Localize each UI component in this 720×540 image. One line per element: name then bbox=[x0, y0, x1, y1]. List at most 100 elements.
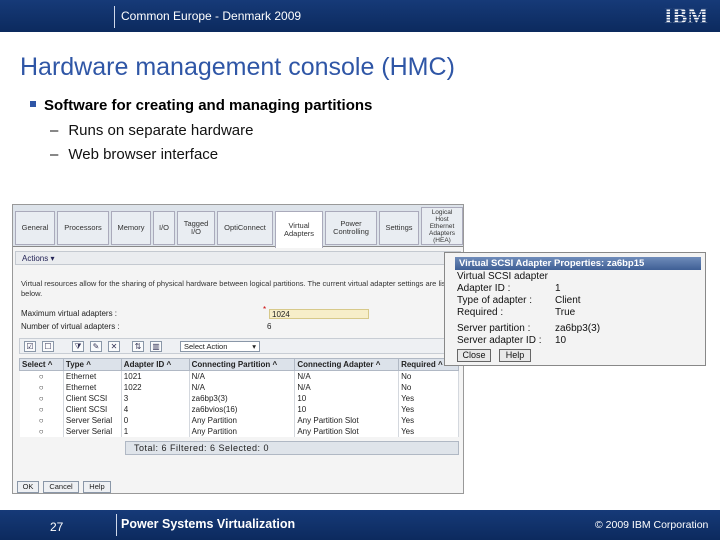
actions-menu[interactable]: Actions ▾ bbox=[15, 251, 461, 265]
table-row[interactable]: ○ Client SCSI 3 za6bp3(3) 10 Yes bbox=[19, 392, 459, 404]
table-cell: N/A bbox=[189, 381, 296, 393]
table-cell: 1022 bbox=[121, 381, 190, 393]
row-select-radio[interactable]: ○ bbox=[19, 381, 64, 393]
bullet-main-text: Software for creating and managing parti… bbox=[44, 97, 373, 114]
tab-memory[interactable]: Memory bbox=[111, 211, 151, 245]
dialog-row-type: Type of adapter : bbox=[457, 295, 532, 306]
table-cell: Ethernet bbox=[63, 381, 122, 393]
svg-text:IBM: IBM bbox=[664, 4, 708, 26]
clear-filter-icon[interactable]: ✕ bbox=[108, 341, 120, 352]
row-select-radio[interactable]: ○ bbox=[19, 370, 64, 382]
tab-tagged-io[interactable]: Tagged I/O bbox=[177, 211, 215, 245]
row-select-radio[interactable]: ○ bbox=[19, 403, 64, 415]
table-cell: No bbox=[398, 381, 459, 393]
table-header-row: Select ^ Type ^ Adapter ID ^ Connecting … bbox=[19, 358, 459, 371]
col-select[interactable]: Select ^ bbox=[19, 358, 64, 371]
table-row[interactable]: ○ Server Serial 0 Any Partition Any Partitio… bbox=[19, 414, 459, 426]
dialog-row-server-partition: Server partition : bbox=[457, 323, 530, 334]
conference-label: Common Europe - Denmark 2009 bbox=[121, 9, 302, 23]
virtual-adapters-table: Select ^ Type ^ Adapter ID ^ Connecting … bbox=[19, 358, 459, 437]
table-cell: Any Partition Slot bbox=[294, 425, 400, 437]
max-adapters-input[interactable]: 1024 bbox=[269, 309, 369, 319]
dialog-help-button[interactable]: Help bbox=[499, 349, 531, 362]
select-action-label: Select Action bbox=[184, 342, 228, 351]
footer-copyright: © 2009 IBM Corporation bbox=[595, 519, 709, 531]
dialog-row-required: Required : bbox=[457, 307, 503, 318]
tab-settings[interactable]: Settings bbox=[379, 211, 419, 245]
table-cell: Yes bbox=[398, 403, 459, 415]
table-cell: za6bp3(3) bbox=[189, 392, 296, 404]
dialog-value-adapter-id: 1 bbox=[555, 283, 561, 294]
tab-virtual-adapters[interactable]: Virtual Adapters bbox=[275, 211, 323, 248]
table-cell: Client SCSI bbox=[63, 403, 122, 415]
cancel-button[interactable]: Cancel bbox=[43, 481, 79, 493]
tab-power-controlling[interactable]: Power Controlling bbox=[325, 211, 377, 245]
tab-processors[interactable]: Processors bbox=[57, 211, 109, 245]
row-select-radio[interactable]: ○ bbox=[19, 392, 64, 404]
columns-icon[interactable]: ▥ bbox=[150, 341, 162, 352]
table-cell: Yes bbox=[398, 425, 459, 437]
dialog-value-type: Client bbox=[555, 295, 581, 306]
table-cell: 1021 bbox=[121, 370, 190, 382]
edit-filter-icon[interactable]: ✎ bbox=[90, 341, 102, 352]
tab-hea[interactable]: Logical Host Ethernet Adapters (HEA) bbox=[421, 207, 463, 245]
bullet-square-icon bbox=[30, 101, 36, 108]
description-text: Virtual resources allow for the sharing … bbox=[21, 279, 456, 298]
dialog-value-server-partition: za6bp3(3) bbox=[555, 323, 601, 334]
sub-bullet-text: Runs on separate hardware bbox=[68, 122, 254, 139]
col-connecting-partition[interactable]: Connecting Partition ^ bbox=[188, 358, 296, 371]
table-cell: 10 bbox=[294, 392, 400, 404]
table-row[interactable]: ○ Ethernet 1022 N/A N/A No bbox=[19, 381, 459, 393]
dialog-value-required: True bbox=[555, 307, 576, 318]
dialog-label: Type of adapter : bbox=[457, 295, 533, 306]
help-button[interactable]: Help bbox=[83, 481, 111, 493]
ok-button[interactable]: OK bbox=[17, 481, 39, 493]
table-cell: N/A bbox=[294, 381, 400, 393]
dialog-label: Adapter ID : bbox=[457, 283, 511, 294]
table-cell: 0 bbox=[121, 414, 190, 426]
num-adapters-value: 6 bbox=[267, 322, 272, 331]
table-cell: Client SCSI bbox=[63, 392, 122, 404]
dialog-title: Virtual SCSI Adapter Properties: za6bp15 bbox=[455, 257, 701, 270]
dialog-label: Required : bbox=[457, 307, 504, 318]
table-cell: No bbox=[398, 370, 459, 382]
required-marker: * bbox=[263, 305, 267, 314]
chevron-down-icon: ▾ bbox=[252, 342, 256, 351]
header-separator bbox=[114, 6, 115, 28]
sub-bullet-2: – Web browser interface bbox=[50, 146, 218, 163]
dialog-label: Server partition : bbox=[457, 323, 531, 334]
sub-bullet-text: Web browser interface bbox=[68, 146, 219, 163]
select-action-dropdown[interactable]: Select Action ▾ bbox=[180, 341, 260, 352]
table-cell: 3 bbox=[121, 392, 190, 404]
partition-properties-tabs: General Processors Memory I/O Tagged I/O… bbox=[13, 205, 463, 248]
table-cell: Any Partition bbox=[189, 414, 296, 426]
table-toolbar: ☑ ☐ ⧩ ✎ ✕ ⇅ ▥ Select Action ▾ bbox=[19, 338, 459, 354]
footer-separator bbox=[116, 514, 117, 536]
footer-product: Power Systems Virtualization bbox=[121, 517, 296, 531]
col-adapter-id[interactable]: Adapter ID ^ bbox=[120, 358, 190, 371]
dash-glyph: – bbox=[50, 146, 59, 163]
close-button[interactable]: Close bbox=[457, 349, 491, 362]
table-cell: Yes bbox=[398, 414, 459, 426]
tab-opticonnect[interactable]: OptiConnect bbox=[217, 211, 273, 245]
col-connecting-adapter[interactable]: Connecting Adapter ^ bbox=[294, 358, 400, 371]
filter-icon[interactable]: ⧩ bbox=[72, 341, 84, 352]
table-row[interactable]: ○ Ethernet 1021 N/A N/A No bbox=[19, 370, 459, 382]
col-type[interactable]: Type ^ bbox=[62, 358, 122, 371]
row-select-radio[interactable]: ○ bbox=[19, 425, 64, 437]
dialog-row-adapter-id: Adapter ID : bbox=[457, 283, 510, 294]
footer-bar: 27 Power Systems Virtualization © 2009 I… bbox=[0, 510, 720, 540]
table-row[interactable]: ○ Server Serial 1 Any Partition Any Partitio… bbox=[19, 425, 459, 437]
deselect-all-icon[interactable]: ☐ bbox=[42, 341, 54, 352]
tab-io[interactable]: I/O bbox=[153, 211, 175, 245]
table-cell: Any Partition bbox=[189, 425, 296, 437]
row-select-radio[interactable]: ○ bbox=[19, 414, 64, 426]
num-adapters-label: Number of virtual adapters : bbox=[21, 322, 120, 331]
table-cell: Ethernet bbox=[63, 370, 122, 382]
tab-general[interactable]: General bbox=[15, 211, 55, 245]
sub-bullet-1: – Runs on separate hardware bbox=[50, 122, 253, 139]
sort-icon[interactable]: ⇅ bbox=[132, 341, 144, 352]
table-row[interactable]: ○ Client SCSI 4 za6bvios(16) 10 Yes bbox=[19, 403, 459, 415]
select-all-icon[interactable]: ☑ bbox=[24, 341, 36, 352]
dialog-row-server-adapter-id: Server adapter ID : bbox=[457, 335, 541, 346]
